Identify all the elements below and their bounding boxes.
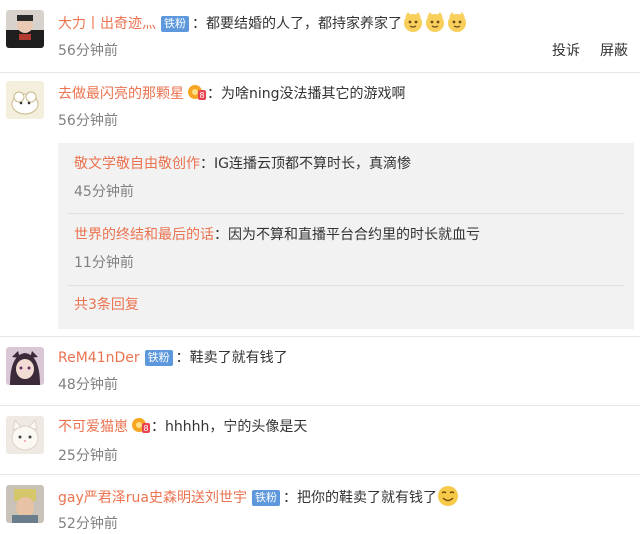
fan-badge[interactable]: 铁粉: [161, 16, 189, 32]
comment-text: 鞋卖了就有钱了: [189, 350, 288, 366]
comment-actions: 投诉 屏蔽: [532, 40, 628, 60]
reply-text: 因为不算和直播平台合约里的时长就血亏: [228, 227, 480, 243]
comment-time: 56分钟前: [58, 113, 118, 129]
reply-item: 敬文学敬自由敬创作：IG连播云顶都不算时长，真滴惨 45分钟前: [74, 153, 622, 209]
username[interactable]: 敬文学敬自由敬创作: [74, 156, 200, 172]
comment-text: 都要结婚的人了，都持家养家了: [206, 16, 402, 32]
cat-face-emoji-icon: [448, 12, 466, 32]
reply-line: 敬文学敬自由敬创作：IG连播云顶都不算时长，真滴惨: [74, 156, 411, 172]
comment-time: 56分钟前: [58, 43, 118, 59]
comment-text: hhhhh，宁的头像是天: [165, 419, 308, 435]
reply-time: 11分钟前: [74, 255, 134, 271]
more-replies-link[interactable]: 共3条回复: [74, 295, 139, 315]
username[interactable]: 大力丨出奇迹灬: [58, 16, 156, 32]
fan-badge[interactable]: 铁粉: [251, 490, 280, 506]
comment-line: 去做最闪亮的那颗星 8 ：为啥ning没法播其它的游戏啊: [58, 83, 406, 105]
comment-text: 为啥ning没法播其它的游戏啊: [221, 86, 406, 102]
reply-item: 世界的终结和最后的话：因为不算和直播平台合约里的时长就血亏 11分钟前: [74, 224, 622, 280]
cat-face-emoji-icon: [426, 12, 444, 32]
divider: [68, 285, 624, 286]
comment-text: 把你的鞋卖了就有钱了: [296, 490, 437, 506]
reply-list: 敬文学敬自由敬创作：IG连播云顶都不算时长，真滴惨 45分钟前 世界的终结和最后…: [58, 143, 634, 329]
username[interactable]: gay严君泽rua史森明送刘世宇: [58, 490, 247, 506]
username[interactable]: 去做最闪亮的那颗星: [58, 86, 184, 102]
comment-item: 不可爱猫崽 8 ：hhhhh，宁的头像是天 25分钟前: [0, 406, 640, 474]
username[interactable]: 世界的终结和最后的话: [74, 227, 214, 243]
comment-item: ReM41nDer 铁粉 ：鞋卖了就有钱了 48分钟前: [0, 337, 640, 405]
avatar[interactable]: [6, 81, 44, 119]
comment-time: 48分钟前: [58, 377, 118, 393]
avatar[interactable]: [6, 10, 44, 48]
comment-line: ReM41nDer 铁粉 ：鞋卖了就有钱了: [58, 350, 288, 366]
svg-text:8: 8: [199, 91, 204, 100]
username[interactable]: 不可爱猫崽: [58, 419, 128, 435]
comment-line: 大力丨出奇迹灬 铁粉 ：都要结婚的人了，都持家养家了: [58, 11, 468, 33]
fan-badge[interactable]: 铁粉: [144, 350, 173, 366]
avatar[interactable]: [6, 485, 44, 523]
username[interactable]: ReM41nDer: [58, 350, 140, 366]
cat-face-emoji-icon: [404, 12, 422, 32]
comment-item: 大力丨出奇迹灬 铁粉 ：都要结婚的人了，都持家养家了 56分钟前 投诉 屏蔽: [0, 0, 640, 72]
comment-time: 52分钟前: [58, 516, 118, 532]
report-button[interactable]: 投诉: [552, 43, 580, 59]
vip-icon: 8: [188, 85, 206, 100]
comment-line: 不可爱猫崽 8 ：hhhhh，宁的头像是天: [58, 416, 307, 438]
vip-icon: 8: [132, 418, 150, 433]
avatar[interactable]: [6, 416, 44, 454]
block-button[interactable]: 屏蔽: [600, 43, 628, 59]
smile-emoji-icon: [437, 486, 458, 506]
comment-item: gay严君泽rua史森明送刘世宇 铁粉 ：把你的鞋卖了就有钱了 52分钟前: [0, 475, 640, 532]
reply-text: IG连播云顶都不算时长，真滴惨: [214, 156, 411, 172]
divider: [68, 213, 624, 214]
reply-time: 45分钟前: [74, 184, 134, 200]
avatar[interactable]: [6, 347, 44, 385]
comment-time: 25分钟前: [58, 448, 118, 464]
comment-line: gay严君泽rua史森明送刘世宇 铁粉 ：把你的鞋卖了就有钱了: [58, 485, 459, 507]
svg-text:8: 8: [143, 424, 148, 433]
reply-line: 世界的终结和最后的话：因为不算和直播平台合约里的时长就血亏: [74, 227, 480, 243]
